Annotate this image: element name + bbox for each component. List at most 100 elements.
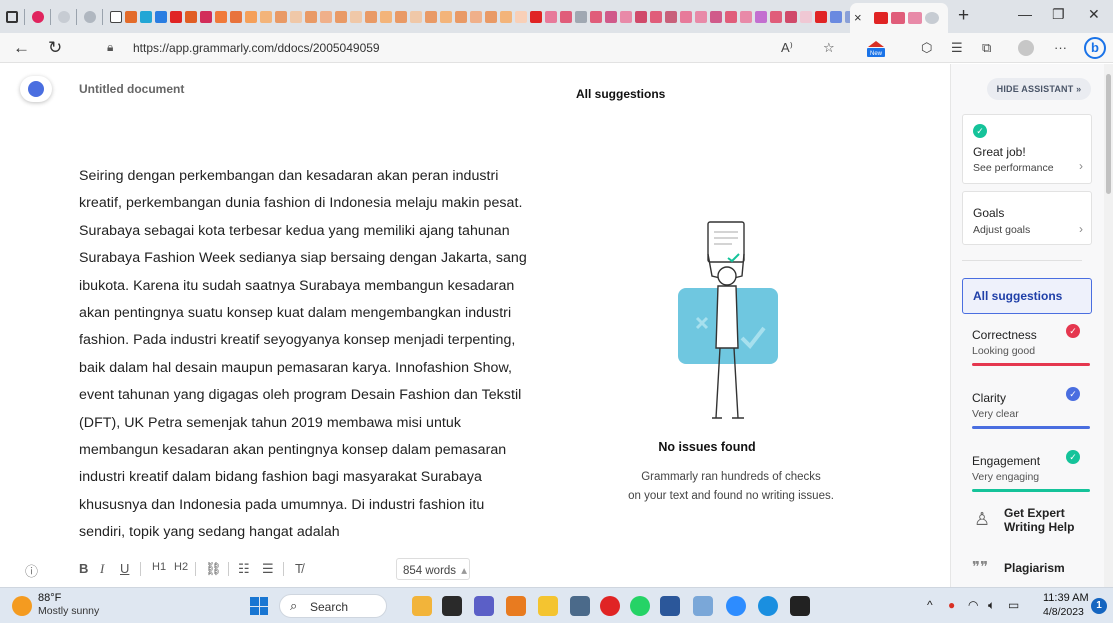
tab-favicon[interactable] (544, 10, 557, 23)
taskbar-search[interactable]: ⌕ Search (279, 594, 387, 618)
tab-favicon[interactable] (574, 10, 587, 23)
tab-favicon[interactable] (724, 10, 737, 23)
minimize-icon[interactable]: — (1018, 6, 1032, 22)
clock-time[interactable]: 11:39 AM (1043, 592, 1089, 604)
tab-favicon[interactable] (754, 10, 767, 23)
teams-icon[interactable] (474, 596, 494, 616)
app-icon[interactable] (570, 596, 590, 616)
tab-favicon[interactable] (514, 10, 527, 23)
folder-icon[interactable] (538, 596, 558, 616)
close-tab-icon[interactable]: × (854, 10, 862, 25)
profile-avatar[interactable] (1018, 40, 1034, 56)
refresh-icon[interactable]: ↻ (48, 38, 62, 58)
tab-favicon[interactable] (604, 10, 617, 23)
tab-favicon[interactable] (379, 10, 392, 23)
tab-favicon[interactable] (814, 10, 827, 23)
volume-icon[interactable]: 🔈︎ (988, 598, 995, 613)
tab-favicon[interactable] (334, 10, 347, 23)
tab-favicon[interactable] (454, 10, 467, 23)
tab-favicon[interactable] (274, 10, 287, 23)
tab-favicon[interactable] (799, 10, 812, 23)
favorites-list-icon[interactable]: ☰ (951, 40, 963, 56)
tab-favicon[interactable] (649, 10, 662, 23)
weather-sun-icon[interactable] (12, 596, 32, 616)
tab-favicon[interactable] (829, 10, 842, 23)
tab-favicon[interactable] (319, 10, 332, 23)
tab-favicon[interactable] (154, 10, 167, 23)
word-icon[interactable] (660, 596, 680, 616)
tab-favicon[interactable] (664, 10, 677, 23)
tray-app-icon[interactable]: ● (948, 598, 955, 612)
hide-assistant-button[interactable]: HIDE ASSISTANT » (987, 78, 1091, 100)
url-field[interactable]: 🔒︎ https://app.grammarly.com/ddocs/20050… (97, 36, 857, 59)
tab-favicon[interactable] (124, 10, 137, 23)
tab-favicon[interactable] (469, 10, 482, 23)
battery-icon[interactable]: ▭ (1008, 598, 1019, 612)
category-correctness[interactable]: Correctness Looking good ✓ (962, 318, 1092, 368)
tray-chevron-icon[interactable]: ^ (927, 598, 933, 612)
tab-favicon[interactable] (289, 10, 302, 23)
heading2-button[interactable]: H2 (174, 561, 188, 573)
tab-favicon[interactable] (409, 10, 422, 23)
tab-favicon[interactable] (349, 10, 362, 23)
zoom-icon[interactable] (726, 596, 746, 616)
weather-temp[interactable]: 88°F (38, 592, 61, 604)
tab-favicon[interactable] (769, 10, 782, 23)
notification-badge[interactable]: 1 (1091, 598, 1107, 614)
read-aloud-icon[interactable]: A⁾ (781, 40, 793, 56)
tab-favicon[interactable] (214, 10, 227, 23)
category-clarity[interactable]: Clarity Very clear ✓ (962, 381, 1092, 431)
tab-favicon[interactable] (589, 10, 602, 23)
tab-favicon[interactable] (529, 10, 542, 23)
sticky-notes-icon[interactable] (790, 596, 810, 616)
tab-favicon[interactable] (229, 10, 242, 23)
workspaces-icon[interactable] (5, 10, 18, 23)
new-extension-icon[interactable]: New (865, 38, 887, 58)
tab-favicon[interactable] (199, 10, 212, 23)
tab-favicon[interactable] (499, 10, 512, 23)
great-job-card[interactable]: ✓ Great job! See performance › (962, 114, 1092, 184)
tab-favicon[interactable] (304, 10, 317, 23)
document-title[interactable]: Untitled document (79, 82, 184, 96)
tab-favicon[interactable] (634, 10, 647, 23)
tab-favicon[interactable] (31, 10, 44, 23)
goals-card[interactable]: Goals Adjust goals › (962, 191, 1092, 245)
link-icon[interactable]: ⛓︎ (205, 561, 222, 577)
close-window-icon[interactable]: ✕ (1088, 6, 1100, 23)
start-windows-icon[interactable] (250, 597, 268, 615)
plagiarism-button[interactable]: Plagiarism (1004, 561, 1065, 575)
tab-favicon[interactable] (244, 10, 257, 23)
collections-icon[interactable]: ⧉ (982, 40, 991, 56)
page-scrollbar[interactable] (1104, 64, 1113, 587)
tab-favicon[interactable] (424, 10, 437, 23)
tab-favicon[interactable] (679, 10, 692, 23)
bulleted-list-icon[interactable]: ☰ (262, 561, 274, 577)
clock-date[interactable]: 4/8/2023 (1043, 606, 1084, 618)
bold-button[interactable]: B (79, 561, 88, 576)
bing-copilot-icon[interactable]: b (1084, 37, 1106, 59)
word-count-button[interactable]: 854 words ▴ (396, 558, 470, 580)
document-editor[interactable]: Seiring dengan perkembangan dan kesadara… (79, 163, 529, 555)
taskview-icon[interactable] (442, 596, 462, 616)
tab-favicon[interactable] (139, 10, 152, 23)
back-icon[interactable]: ← (13, 38, 30, 58)
tab-favicon[interactable] (559, 10, 572, 23)
page-info-icon[interactable]: 🔒︎ (107, 40, 113, 55)
restore-icon[interactable]: ❐ (1052, 6, 1065, 23)
numbered-list-icon[interactable]: ☷ (238, 561, 250, 577)
scrollbar-thumb[interactable] (1106, 74, 1111, 194)
new-tab-button[interactable]: + (958, 5, 969, 27)
tab-favicon[interactable] (739, 10, 752, 23)
tab-favicon[interactable] (57, 10, 70, 23)
tab-favicon[interactable] (784, 10, 797, 23)
grammarly-logo-button[interactable] (20, 76, 52, 102)
wifi-icon[interactable]: ◠ (968, 598, 978, 612)
clear-formatting-icon[interactable]: T̸ (295, 561, 303, 576)
tab-favicon[interactable] (364, 10, 377, 23)
tab-favicon[interactable] (619, 10, 632, 23)
category-engagement[interactable]: Engagement Very engaging ✓ (962, 444, 1092, 494)
tab-favicon[interactable] (694, 10, 707, 23)
tab-favicon[interactable] (83, 10, 96, 23)
photos-icon[interactable] (693, 596, 713, 616)
tab-favicon[interactable] (709, 10, 722, 23)
